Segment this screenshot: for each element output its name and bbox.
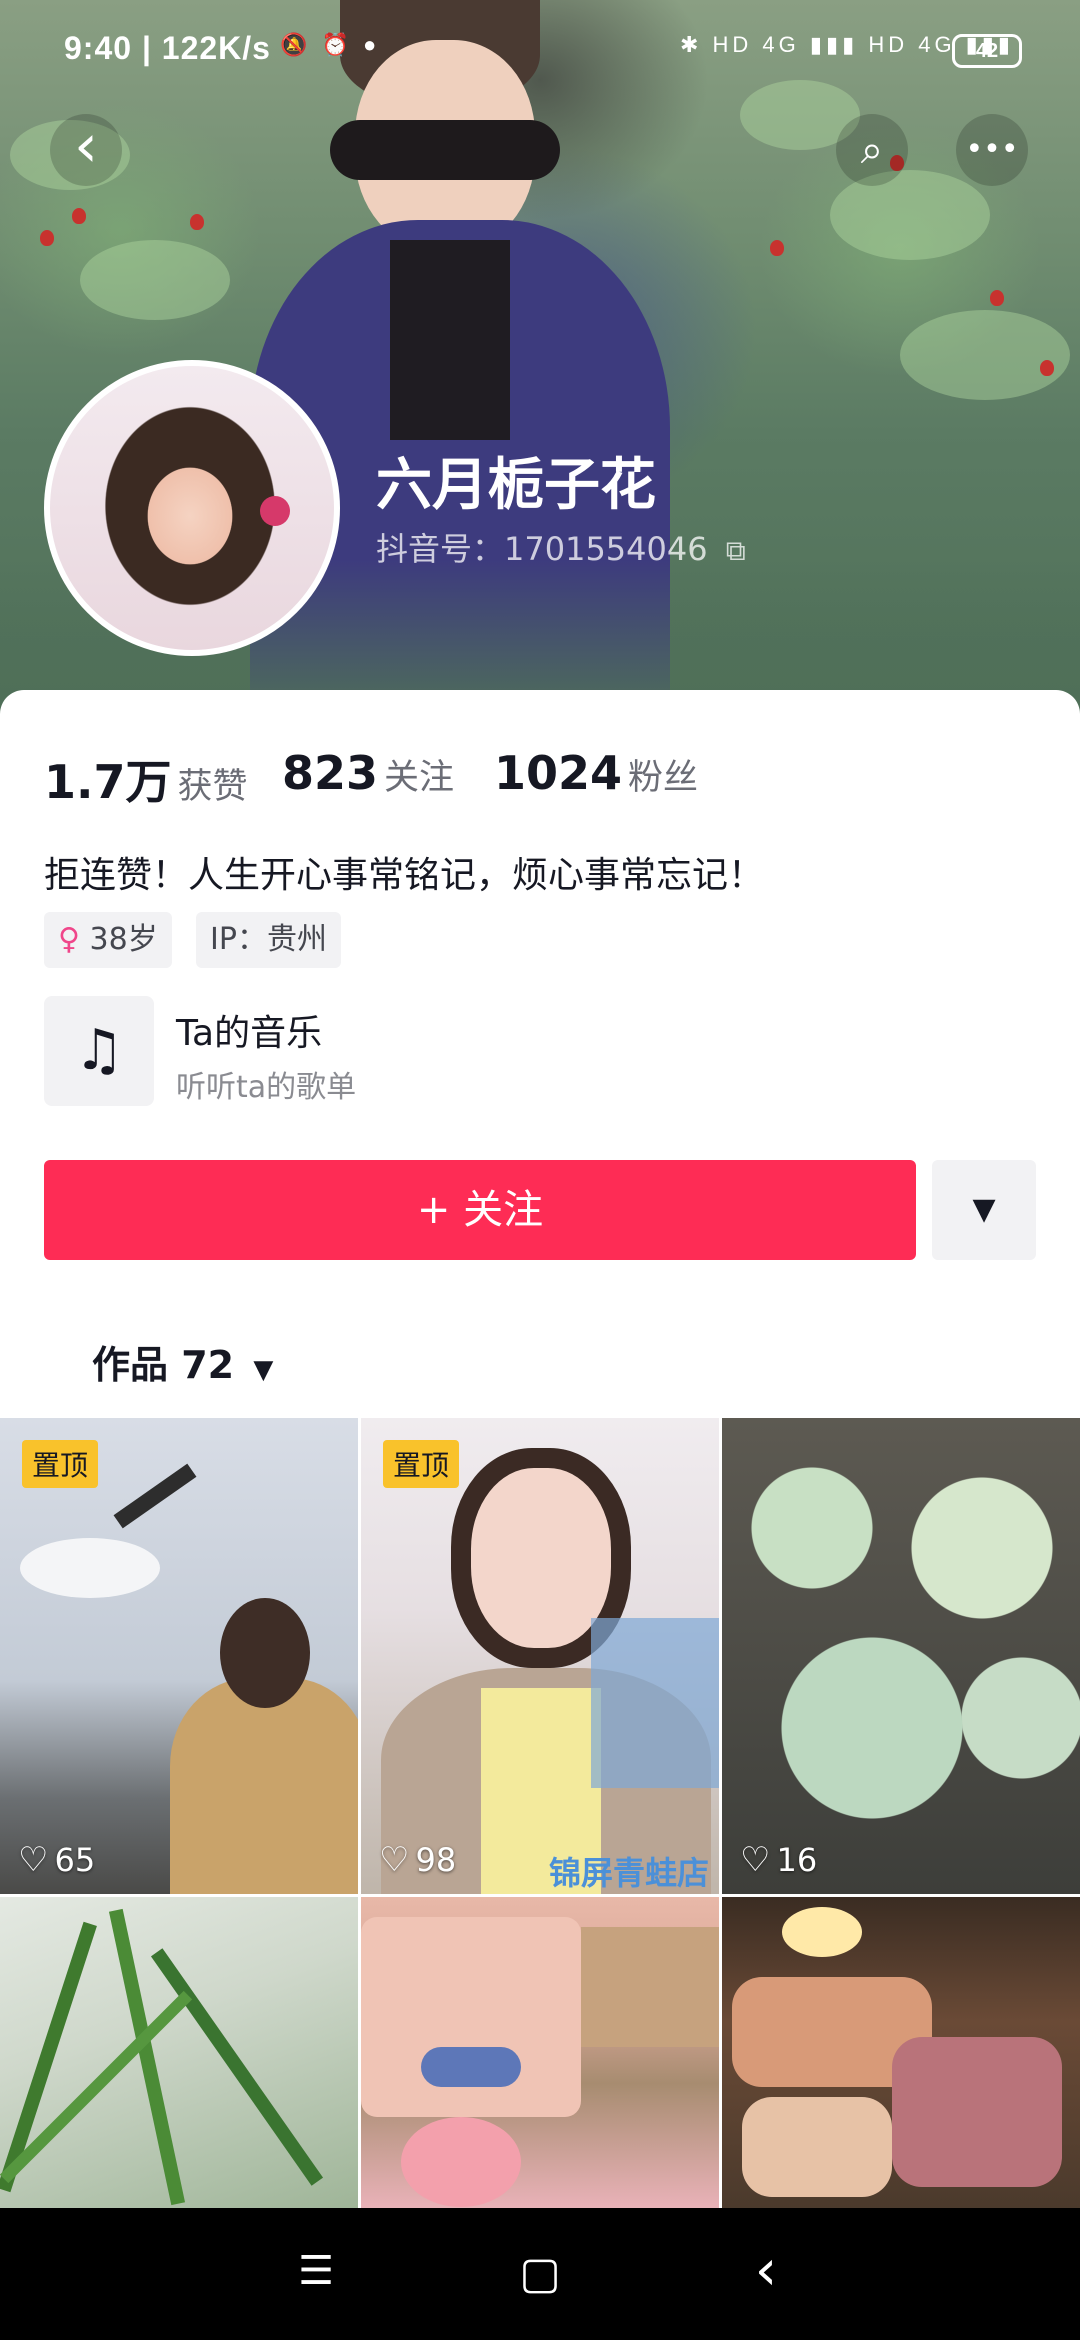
back-nav-icon[interactable]: ‹ <box>736 2238 796 2303</box>
age-tag: ♀ 38岁 <box>44 912 172 968</box>
heart-icon: ♡ <box>18 1840 49 1880</box>
cover-berry <box>1040 360 1054 376</box>
profile-name: 六月栀子花 <box>376 453 656 518</box>
pinned-badge: 置顶 <box>22 1440 99 1488</box>
douyin-id[interactable]: 抖音号：1701554046 ⧉ <box>376 524 746 570</box>
thumb-head <box>220 1598 310 1708</box>
watermark-text: 锦屏青蛙店 <box>548 1854 709 1892</box>
thumb-bird <box>20 1538 160 1598</box>
tab-works[interactable]: 作品 72 ▼ <box>92 1334 273 1389</box>
thumb-coat <box>170 1678 358 1894</box>
thumb-leaf <box>150 1948 324 2186</box>
thumb-plants <box>742 2097 892 2197</box>
stat-following[interactable]: 823 关注 <box>282 746 454 800</box>
pinned-badge: 置顶 <box>383 1440 460 1488</box>
heart-icon: ♡ <box>740 1840 771 1880</box>
battery-icon: 42 <box>952 34 1022 68</box>
like-count: ♡ 16 <box>740 1840 817 1880</box>
douyin-id-text: 抖音号：1701554046 <box>376 530 708 568</box>
cover-leaf <box>900 310 1070 400</box>
thumb-succulent <box>401 2117 521 2207</box>
more-options-icon[interactable]: ••• <box>956 114 1028 186</box>
thumb-bluepatch <box>591 1618 719 1788</box>
female-icon: ♀ <box>58 922 80 957</box>
cover-collar <box>390 240 510 440</box>
status-bar: 9:40 | 122K/s 🔕 ⏰ ● ✱ HD 4G ▮▮▮ HD 4G ▮▮… <box>0 0 1080 96</box>
cover-berry <box>990 290 1004 306</box>
stat-followers-count: 1024 <box>494 746 623 800</box>
like-count: ♡ 65 <box>18 1840 95 1880</box>
thumb-lamp <box>782 1907 862 1957</box>
cover-berry <box>40 230 54 246</box>
thumb-leaf <box>0 1921 97 2193</box>
stat-likes-count: 1.7万 <box>44 755 172 809</box>
music-subtitle: 听听ta的歌单 <box>176 1070 357 1105</box>
avatar[interactable] <box>44 360 340 656</box>
follow-button[interactable]: + 关注 <box>44 1160 916 1260</box>
status-time: 9:40 | 122K/s <box>64 30 271 66</box>
home-icon[interactable]: ▢ <box>510 2248 570 2299</box>
avatar-flower <box>260 496 290 526</box>
age-text: 38岁 <box>89 922 158 957</box>
video-thumbnail[interactable]: 置顶 ♡ 65 <box>0 1418 358 1894</box>
thumb-cloud <box>421 2047 521 2087</box>
cover-berry <box>190 214 204 230</box>
video-thumbnail[interactable]: 置顶 ♡ 98 锦屏青蛙店 <box>361 1418 719 1894</box>
thumb-pot <box>361 1917 581 2117</box>
cover-leaf <box>830 170 990 260</box>
ip-tag: IP：贵州 <box>196 912 341 968</box>
cover-berry <box>770 240 784 256</box>
music-title[interactable]: Ta的音乐 <box>176 1004 322 1056</box>
stat-followers-label: 粉丝 <box>628 758 699 798</box>
stat-likes[interactable]: 1.7万 获赞 <box>44 746 248 812</box>
stat-following-count: 823 <box>282 746 379 800</box>
thumb-face <box>471 1468 611 1648</box>
system-nav-bar: ☰ ▢ ‹ <box>0 2208 1080 2340</box>
search-icon[interactable]: ⌕ <box>836 114 908 186</box>
like-count-value: 65 <box>54 1841 96 1879</box>
heart-icon: ♡ <box>379 1840 410 1880</box>
thumb-plants <box>892 2037 1062 2187</box>
copy-icon[interactable]: ⧉ <box>726 534 746 567</box>
video-thumbnail[interactable] <box>722 1897 1080 2208</box>
like-count-value: 16 <box>776 1841 818 1879</box>
cover-berry <box>72 208 86 224</box>
thumb-soil <box>581 1927 719 2047</box>
video-thumbnail[interactable] <box>361 1897 719 2208</box>
cover-sunglasses <box>330 120 560 180</box>
like-count-value: 98 <box>415 1841 457 1879</box>
music-note-icon[interactable]: ♫ <box>44 996 154 1106</box>
like-count: ♡ 98 <box>379 1840 456 1880</box>
cover-leaf <box>80 240 230 320</box>
stat-followers[interactable]: 1024 粉丝 <box>494 746 698 800</box>
thumb-wing <box>113 1463 197 1529</box>
back-icon[interactable]: ‹ <box>50 114 122 186</box>
bio-text: 拒连赞！人生开心事常铭记，烦心事常忘记！ <box>44 855 765 896</box>
menu-icon[interactable]: ☰ <box>286 2248 346 2294</box>
tab-works-label: 作品 72 <box>92 1343 235 1387</box>
chevron-down-icon[interactable]: ▼ <box>932 1160 1036 1260</box>
video-thumbnail[interactable] <box>0 1897 358 2208</box>
stat-likes-label: 获赞 <box>177 767 248 807</box>
stat-following-label: 关注 <box>384 758 455 798</box>
status-left-icons: 🔕 ⏰ ● <box>280 32 381 57</box>
caret-down-icon: ▼ <box>253 1355 274 1385</box>
video-thumbnail[interactable]: ♡ 16 <box>722 1418 1080 1894</box>
